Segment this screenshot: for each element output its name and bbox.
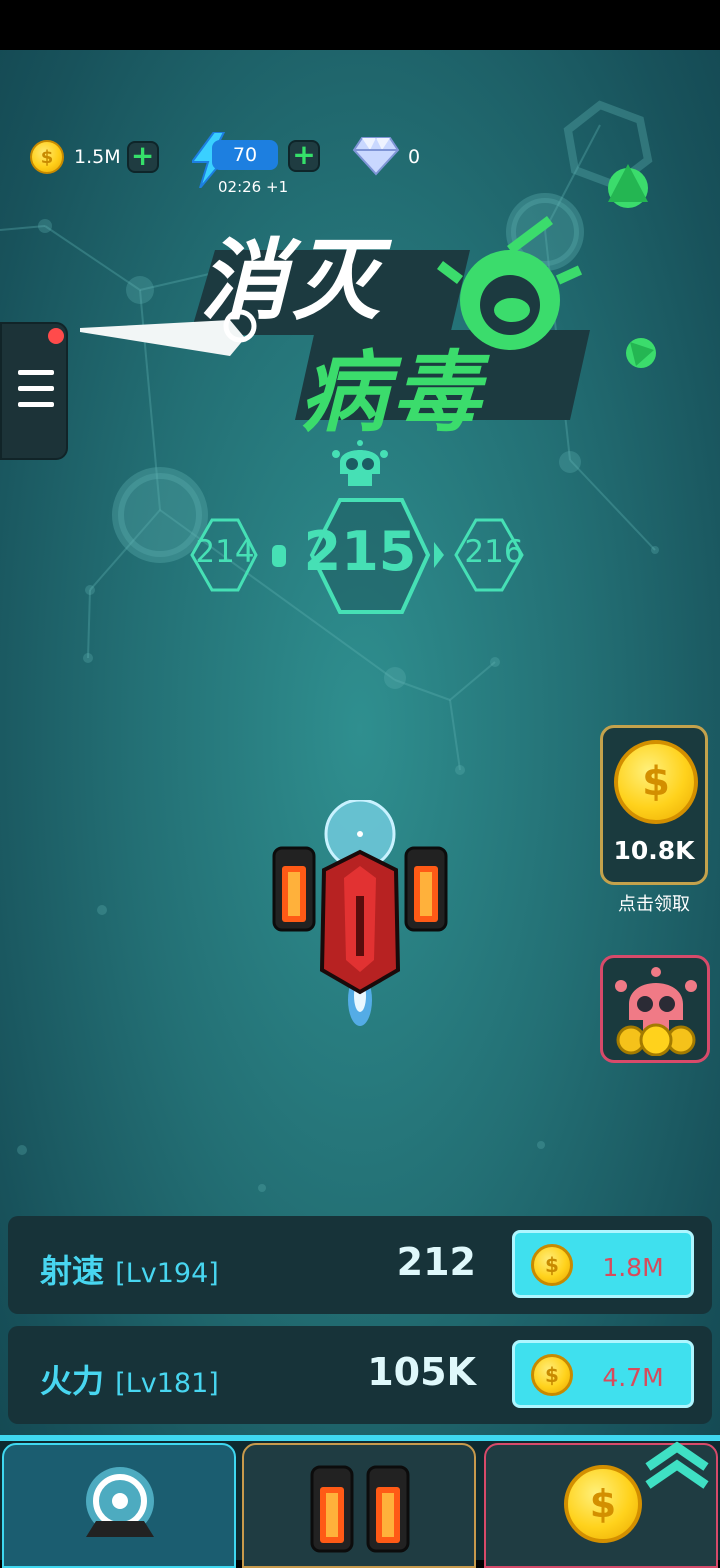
hamburger-icon [18, 370, 54, 418]
diamond-icon [352, 137, 400, 176]
boss-skull-icon [332, 440, 388, 486]
bottom-tab-bar: $ [0, 1435, 720, 1568]
coin-icon: $ [531, 1354, 573, 1396]
upgrade-name: 火力 [Lv181] [40, 1356, 219, 1402]
coin-amount: 1.5M [74, 146, 121, 168]
notification-dot [48, 328, 64, 344]
shield-orb-icon [86, 1467, 154, 1537]
tab-wingman[interactable] [242, 1443, 476, 1568]
game-screen[interactable]: $ 1.5M + 70 02:26 +1 + 0 消灭 病毒 214 215 2… [0, 50, 720, 1560]
coin-reward-widget[interactable]: $ 10.8K [600, 725, 708, 885]
tab-ship[interactable] [2, 1443, 236, 1568]
pink-virus-icon [615, 967, 697, 1056]
upgrade-fire-rate-button[interactable]: $ 1.8M [512, 1230, 694, 1298]
status-bar [0, 0, 720, 50]
energy-amount: 70 [212, 140, 278, 170]
player-ship [272, 800, 448, 1026]
reward-claim-label[interactable]: 点击领取 [600, 890, 708, 916]
energy-timer: 02:26 +1 [218, 178, 289, 196]
upgrade-row-fire-rate: 射速 [Lv194] 212 $ 1.8M [8, 1216, 712, 1314]
upgrade-level: [Lv194] [115, 1258, 219, 1289]
upgrade-value: 105K [367, 1350, 476, 1394]
upgrade-row-firepower: 火力 [Lv181] 105K $ 4.7M [8, 1326, 712, 1424]
coin-icon: $ [564, 1465, 642, 1543]
upgrade-name: 射速 [Lv194] [40, 1246, 219, 1292]
upgrade-title: 射速 [40, 1252, 105, 1290]
wingman-cannons-icon [310, 1465, 410, 1553]
upgrade-firepower-button[interactable]: $ 4.7M [512, 1340, 694, 1408]
upgrade-chevron-icon [645, 1441, 709, 1489]
upgrade-level: [Lv181] [115, 1368, 219, 1399]
upgrade-title: 火力 [40, 1362, 105, 1400]
coin-icon: $ [614, 740, 698, 824]
level-prev[interactable]: 214 [184, 534, 266, 570]
upgrade-value: 212 [396, 1240, 476, 1284]
coin-icon: $ [30, 140, 64, 174]
logo-line2: 病毒 [300, 341, 485, 444]
reward-amount: 10.8K [613, 836, 695, 865]
coin-counter: $ 1.5M + [30, 140, 159, 174]
virus-bounty-button[interactable] [600, 955, 710, 1063]
logo-line1: 消灭 [200, 229, 385, 332]
level-current[interactable]: 215 [300, 520, 420, 583]
coin-icon: $ [531, 1244, 573, 1286]
level-next[interactable]: 216 [454, 534, 534, 570]
gem-amount: 0 [408, 146, 421, 168]
add-energy-button[interactable]: + [288, 140, 320, 172]
add-coins-button[interactable]: + [126, 141, 159, 173]
green-virus-icon [608, 164, 648, 208]
upgrade-cost: 1.8M [602, 1253, 664, 1282]
tab-coins[interactable]: $ [484, 1441, 718, 1568]
upgrade-cost: 4.7M [602, 1363, 664, 1392]
tab-bar-accent [0, 1435, 720, 1441]
